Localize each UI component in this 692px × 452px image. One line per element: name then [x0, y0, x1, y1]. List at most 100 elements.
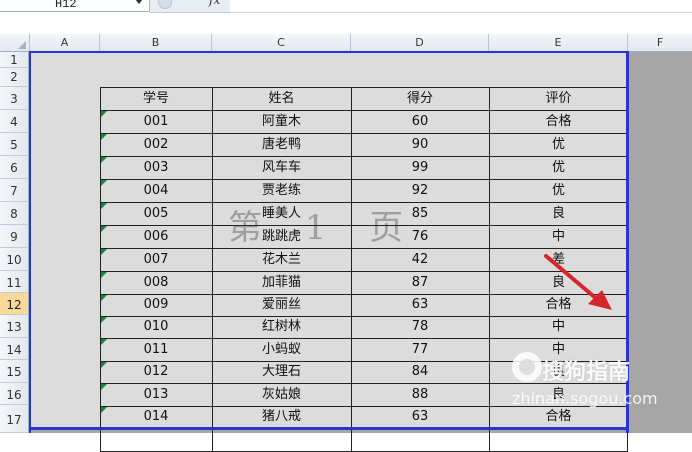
cell-score[interactable]: 88 [351, 383, 489, 406]
cell-rating[interactable]: 中 [489, 225, 628, 248]
column-header-e[interactable]: E [489, 34, 628, 51]
row-header-14[interactable]: 14 [0, 338, 29, 360]
cell-name[interactable]: 加菲猫 [212, 271, 351, 294]
sogou-logo-icon [512, 352, 542, 382]
select-all-corner[interactable] [0, 34, 30, 51]
cell-student-id[interactable]: 011 [100, 338, 212, 361]
cell-rating[interactable]: 优 [489, 179, 628, 202]
page-break-line[interactable] [29, 427, 628, 430]
column-header-f[interactable]: F [628, 34, 692, 51]
cell-score[interactable]: 63 [351, 294, 489, 316]
row-header-6[interactable]: 6 [0, 156, 29, 179]
cell-student-id[interactable]: 001 [100, 110, 212, 133]
page-break-line[interactable] [29, 51, 628, 53]
row-header-9[interactable]: 9 [0, 225, 29, 248]
cell-rating[interactable]: 优 [489, 156, 628, 179]
header-rating[interactable]: 评价 [489, 87, 628, 110]
row-header-5[interactable]: 5 [0, 133, 29, 156]
row-header-17[interactable]: 17 [0, 405, 29, 433]
column-header-bar: A B C D E F [0, 34, 692, 52]
cell-student-id[interactable]: 009 [100, 294, 212, 316]
table-gridline [489, 87, 490, 451]
formula-input[interactable] [230, 12, 692, 13]
cell-score[interactable]: 85 [351, 202, 489, 225]
cell-score[interactable]: 63 [351, 406, 489, 428]
cell-name[interactable]: 花木兰 [212, 248, 351, 271]
cell-student-id[interactable]: 005 [100, 202, 212, 225]
cell-rating[interactable]: 优 [489, 133, 628, 156]
cell-student-id[interactable]: 002 [100, 133, 212, 156]
row-header-15[interactable]: 15 [0, 360, 29, 383]
cell-score[interactable]: 99 [351, 156, 489, 179]
cell-name[interactable]: 爱丽丝 [212, 294, 351, 316]
number-as-text-indicator-icon [101, 272, 107, 278]
number-as-text-indicator-icon [101, 157, 107, 163]
cell-name[interactable]: 红树林 [212, 316, 351, 338]
row-header-13[interactable]: 13 [0, 315, 29, 338]
cell-name[interactable]: 猪八戒 [212, 406, 351, 428]
cell-score[interactable]: 87 [351, 271, 489, 294]
row-header-12[interactable]: 12 [0, 293, 29, 315]
cell-student-id[interactable]: 004 [100, 179, 212, 202]
cell-student-id[interactable]: 008 [100, 271, 212, 294]
cell-name[interactable]: 阿童木 [212, 110, 351, 133]
row-header-8[interactable]: 8 [0, 202, 29, 225]
cell-score[interactable]: 76 [351, 225, 489, 248]
cell-score[interactable]: 78 [351, 316, 489, 338]
cell-student-id[interactable]: 003 [100, 156, 212, 179]
header-name[interactable]: 姓名 [212, 87, 351, 110]
row-header-2[interactable]: 2 [0, 68, 29, 87]
table-gridline [212, 87, 213, 451]
annotation-arrow-icon [544, 254, 612, 310]
cell-student-id[interactable]: 010 [100, 316, 212, 338]
name-box[interactable]: H12 [0, 0, 150, 12]
header-student-id[interactable]: 学号 [100, 87, 212, 110]
cell-score[interactable]: 92 [351, 179, 489, 202]
insert-function-button[interactable]: fx [209, 0, 220, 7]
cell-name[interactable]: 跳跳虎 [212, 225, 351, 248]
table-gridline [100, 133, 628, 134]
expand-handle-icon[interactable] [158, 0, 172, 9]
row-header-10[interactable]: 10 [0, 248, 29, 271]
number-as-text-indicator-icon [101, 203, 107, 209]
cell-name[interactable]: 大理石 [212, 361, 351, 383]
page-break-line[interactable] [29, 51, 31, 433]
row-header-16[interactable]: 16 [0, 383, 29, 405]
chevron-down-icon[interactable] [135, 0, 143, 4]
row-header-3[interactable]: 3 [0, 87, 29, 110]
cell-name[interactable]: 唐老鸭 [212, 133, 351, 156]
cell-student-id[interactable]: 014 [100, 406, 212, 428]
cell-name[interactable]: 风车车 [212, 156, 351, 179]
cell-score[interactable]: 42 [351, 248, 489, 271]
cell-score[interactable]: 77 [351, 338, 489, 361]
number-as-text-indicator-icon [101, 339, 107, 345]
cell-name[interactable]: 灰姑娘 [212, 383, 351, 406]
cell-score[interactable]: 84 [351, 361, 489, 383]
number-as-text-indicator-icon [101, 295, 107, 301]
table-gridline [100, 225, 628, 226]
number-as-text-indicator-icon [101, 384, 107, 390]
cell-name[interactable]: 贾老练 [212, 179, 351, 202]
cell-name[interactable]: 小蚂蚁 [212, 338, 351, 361]
cell-rating[interactable]: 良 [489, 202, 628, 225]
column-header-d[interactable]: D [351, 34, 489, 51]
cell-student-id[interactable]: 013 [100, 383, 212, 406]
table-gridline [100, 179, 628, 180]
row-header-1[interactable]: 1 [0, 52, 29, 68]
cell-name[interactable]: 睡美人 [212, 202, 351, 225]
cell-student-id[interactable]: 012 [100, 361, 212, 383]
row-header-4[interactable]: 4 [0, 110, 29, 133]
table-gridline [100, 87, 101, 451]
cell-student-id[interactable]: 007 [100, 248, 212, 271]
cell-score[interactable]: 60 [351, 110, 489, 133]
column-header-b[interactable]: B [100, 34, 212, 51]
table-gridline [100, 338, 628, 339]
header-score[interactable]: 得分 [351, 87, 489, 110]
cell-rating[interactable]: 合格 [489, 110, 628, 133]
row-header-11[interactable]: 11 [0, 271, 29, 293]
cell-student-id[interactable]: 006 [100, 225, 212, 248]
column-header-a[interactable]: A [30, 34, 100, 51]
column-header-c[interactable]: C [212, 34, 351, 51]
row-header-7[interactable]: 7 [0, 179, 29, 202]
cell-score[interactable]: 90 [351, 133, 489, 156]
